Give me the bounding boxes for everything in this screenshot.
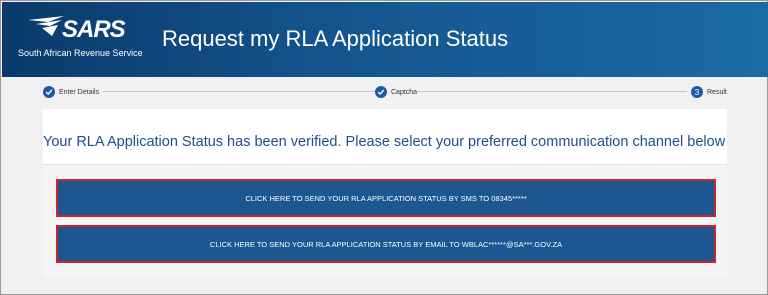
page-frame: SARS South African Revenue Service Reque… [0, 0, 768, 295]
verification-message: Your RLA Application Status has been ver… [43, 134, 726, 150]
step-connector [417, 91, 687, 92]
org-name: South African Revenue Service [18, 48, 143, 58]
check-icon [375, 86, 387, 98]
sars-logo: SARS South African Revenue Service [18, 14, 143, 62]
step-label: Result [707, 88, 727, 96]
send-sms-button[interactable]: CLICK HERE TO SEND YOUR RLA APPLICATION … [56, 179, 716, 217]
step-result: 3 Result [691, 85, 727, 99]
send-email-button[interactable]: CLICK HERE TO SEND YOUR RLA APPLICATION … [56, 225, 716, 263]
header-banner: SARS South African Revenue Service Reque… [2, 2, 768, 77]
step-label: Captcha [391, 88, 418, 96]
step-enter-details: Enter Details [43, 85, 99, 99]
step-number: 3 [691, 86, 703, 98]
check-icon [43, 86, 55, 98]
progress-stepper: Enter Details Captcha 3 Result [43, 85, 727, 101]
message-section: Your RLA Application Status has been ver… [43, 109, 727, 163]
step-label: Enter Details [59, 88, 100, 96]
step-captcha: Captcha [375, 85, 417, 99]
page-title: Request my RLA Application Status [162, 26, 509, 51]
step-connector [103, 91, 375, 92]
result-card: Your RLA Application Status has been ver… [43, 109, 727, 277]
logo-text: SARS [62, 16, 126, 43]
sars-logo-icon [28, 16, 64, 36]
